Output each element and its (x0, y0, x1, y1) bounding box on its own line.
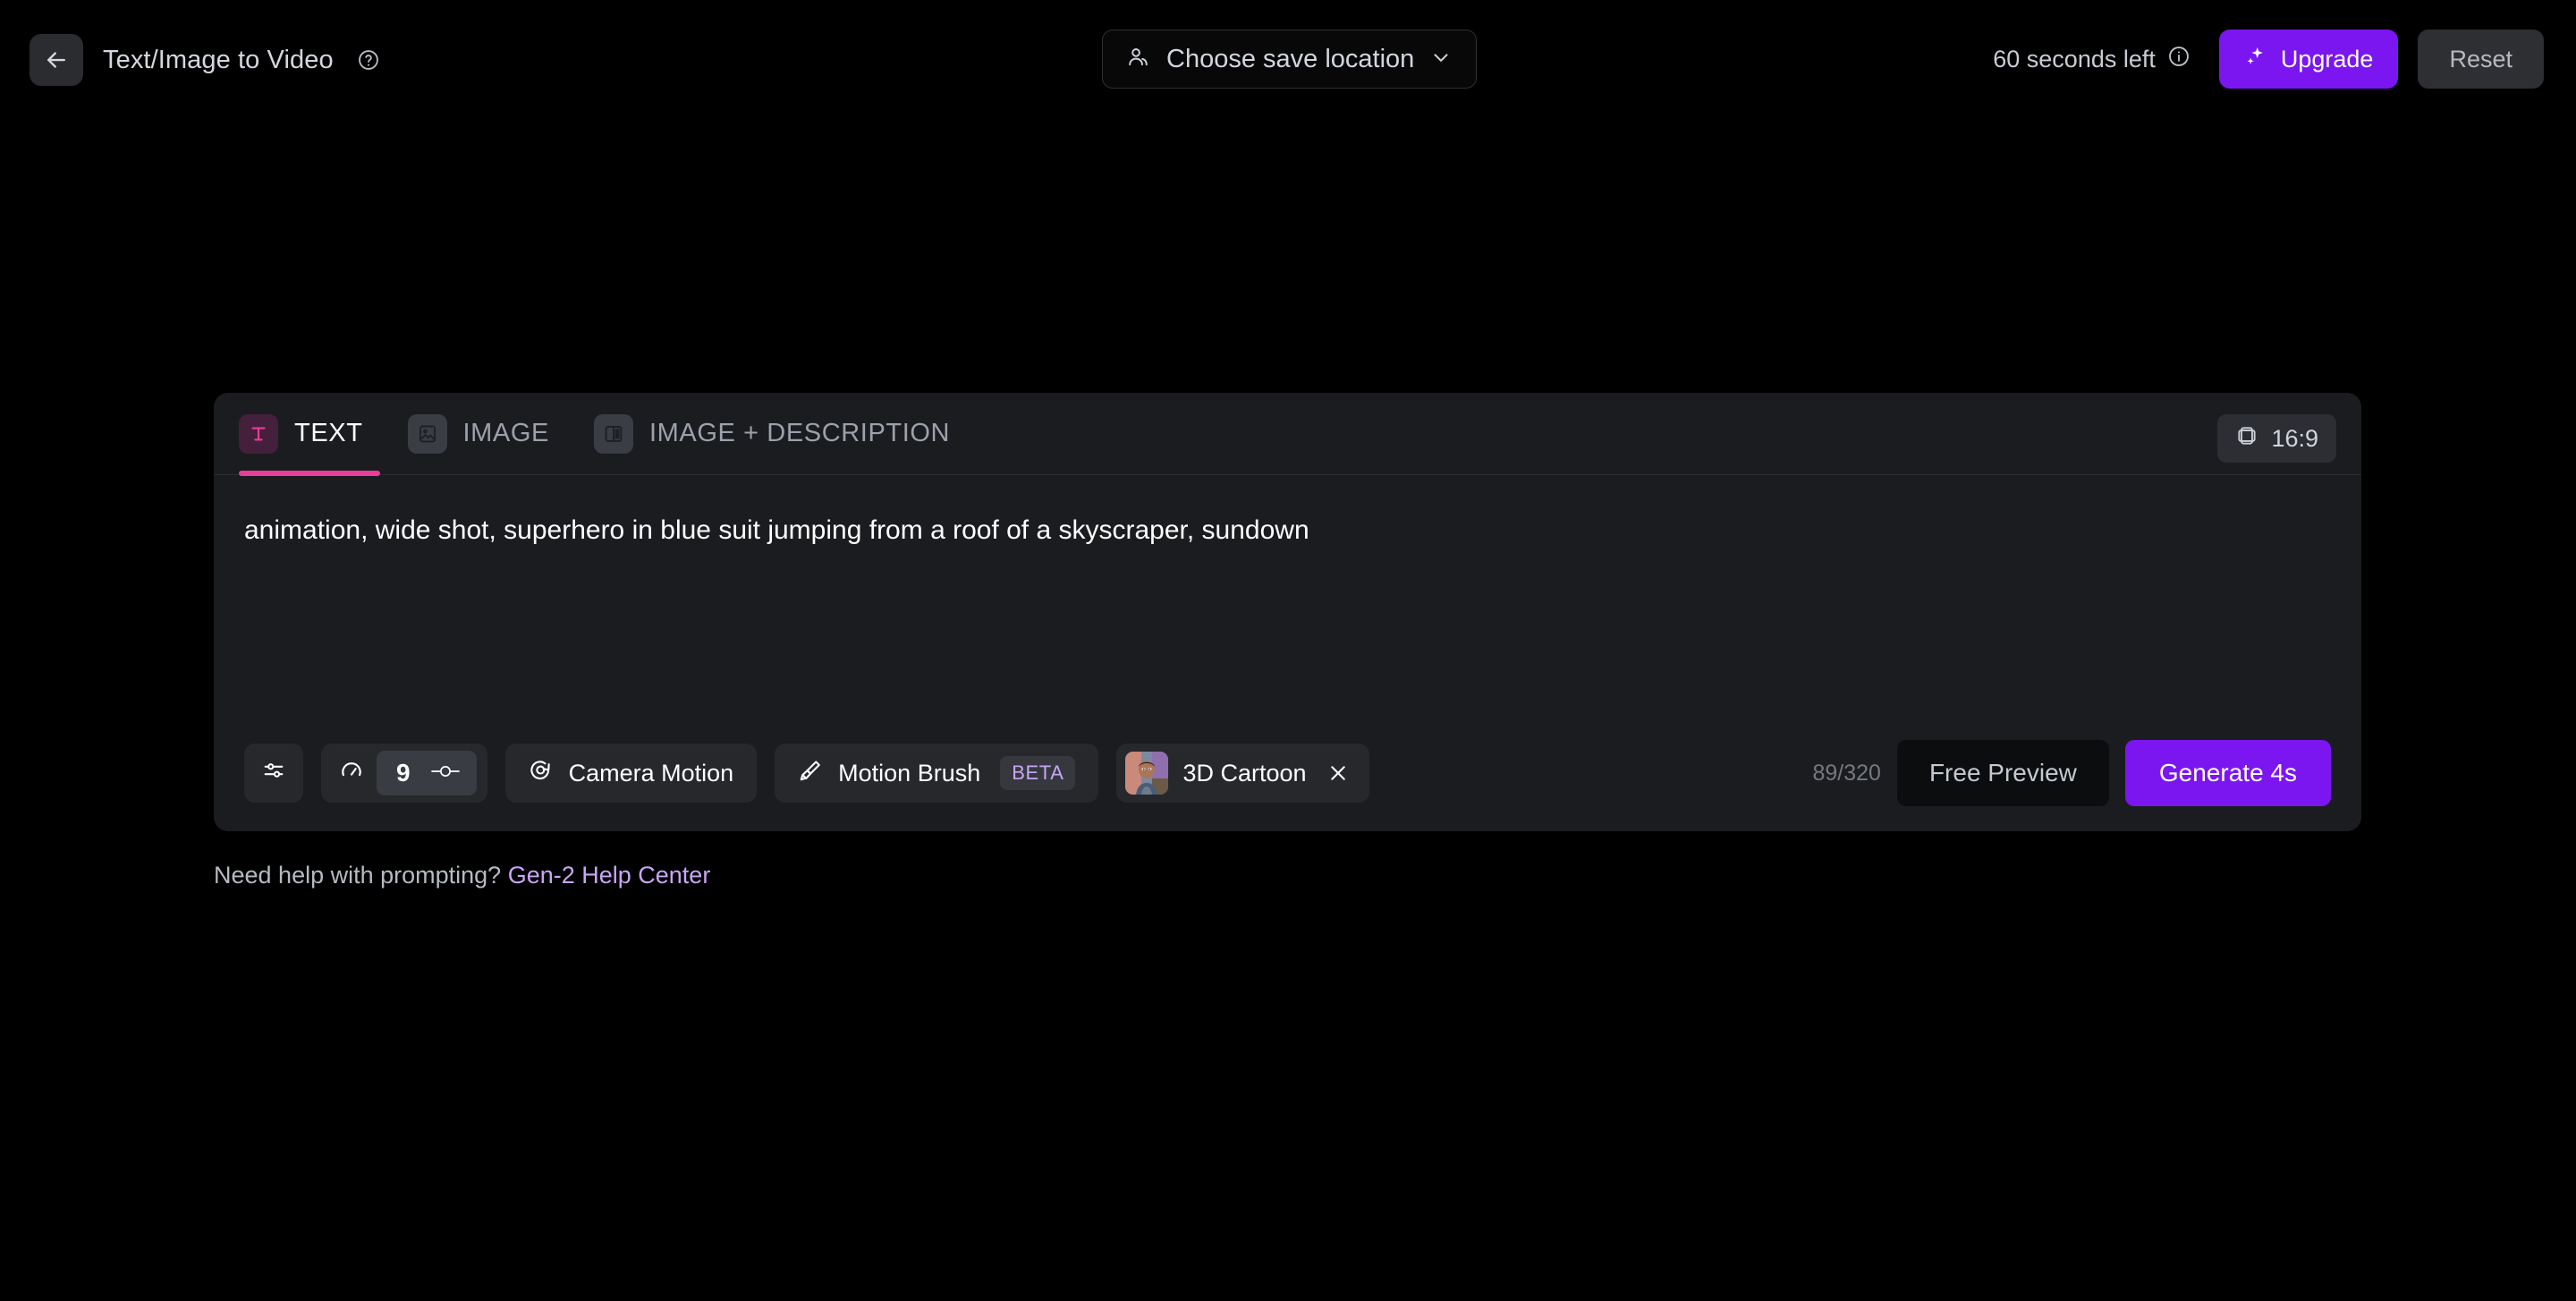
upgrade-button[interactable]: Upgrade (2218, 30, 2399, 89)
toolbar-right-group: 89/320 Free Preview Generate 4s (1812, 740, 2331, 806)
text-t-icon (239, 413, 278, 454)
motion-brush-button[interactable]: Motion Brush BETA (775, 744, 1099, 803)
slider-handle-icon[interactable] (430, 760, 461, 787)
free-preview-button[interactable]: Free Preview (1896, 740, 2109, 806)
tab-image-description[interactable]: IMAGE + DESCRIPTION (593, 393, 971, 475)
settings-button[interactable] (244, 744, 303, 803)
generate-button[interactable]: Generate 4s (2124, 740, 2331, 806)
camera-motion-label: Camera Motion (568, 759, 734, 787)
page-title: Text/Image to Video (103, 45, 334, 74)
character-counter: 89/320 (1812, 760, 1881, 786)
generation-panel: TEXT IMAGE IMAGE + DESCRIPTION 16:9 anim… (214, 393, 2361, 831)
sparkle-icon (2244, 45, 2267, 74)
camera-orbit-icon (529, 758, 554, 789)
mode-tabbar: TEXT IMAGE IMAGE + DESCRIPTION 16:9 (214, 393, 2361, 476)
character-portrait-thumbnail (1125, 752, 1169, 795)
save-location-label: Choose save location (1166, 44, 1415, 73)
panel-toolbar: 9 Camera Motion Motion Brush BETA 3D Car… (214, 715, 2361, 831)
prompt-input[interactable]: animation, wide shot, superhero in blue … (244, 513, 2331, 549)
upgrade-label: Upgrade (2280, 45, 2374, 72)
question-circle-icon[interactable] (357, 48, 380, 72)
info-circle-icon[interactable] (2167, 45, 2190, 74)
user-group-icon (1126, 45, 1151, 74)
beta-badge: BETA (1000, 756, 1076, 790)
sliders-icon (261, 758, 286, 789)
help-line: Need help with prompting? Gen-2 Help Cen… (214, 862, 710, 889)
tab-image-label: IMAGE (462, 419, 549, 447)
inspiration-gallery: Feeling stuck? Get inspired (0, 1077, 2576, 1301)
paint-brush-icon (798, 758, 823, 789)
style-chip-label: 3D Cartoon (1182, 759, 1307, 787)
gen2-help-center-link[interactable]: Gen-2 Help Center (508, 862, 711, 889)
style-chip-3d-cartoon[interactable]: 3D Cartoon (1116, 744, 1369, 803)
image-icon (407, 413, 447, 454)
speedometer-icon (339, 758, 364, 789)
tab-image-description-label: IMAGE + DESCRIPTION (648, 419, 951, 447)
close-x-icon[interactable] (1326, 761, 1350, 785)
help-line-text: Need help with prompting? (214, 862, 508, 889)
header-left-group: Text/Image to Video (30, 34, 380, 86)
credits-label: 60 seconds left (1993, 45, 2156, 72)
back-button[interactable] (30, 34, 83, 86)
aspect-ratio-icon (2235, 424, 2258, 454)
split-panel-icon (593, 413, 633, 454)
credits-remaining: 60 seconds left (1993, 45, 2190, 74)
save-location-dropdown[interactable]: Choose save location (1102, 30, 1478, 89)
camera-motion-button[interactable]: Camera Motion (504, 744, 758, 803)
prompt-area[interactable]: animation, wide shot, superhero in blue … (214, 475, 2361, 715)
aspect-ratio-button[interactable]: 16:9 (2217, 414, 2336, 463)
motion-amount-value-group[interactable]: 9 (377, 751, 477, 795)
generate-label: Generate 4s (2158, 759, 2297, 787)
tab-text[interactable]: TEXT (239, 393, 385, 476)
arrow-left-icon (43, 47, 70, 73)
aspect-ratio-label: 16:9 (2271, 424, 2318, 452)
free-preview-label: Free Preview (1928, 759, 2077, 787)
chevron-down-icon (1429, 46, 1453, 73)
reset-label: Reset (2449, 45, 2512, 72)
header-right-group: 60 seconds left Upgrade Reset (1993, 30, 2544, 89)
motion-brush-label: Motion Brush (838, 759, 981, 787)
tab-image[interactable]: IMAGE (407, 393, 571, 475)
motion-amount-control[interactable]: 9 (321, 744, 487, 803)
app-header: Text/Image to Video Choose save location (0, 0, 2576, 120)
reset-button[interactable]: Reset (2418, 30, 2544, 89)
motion-amount-value: 9 (396, 759, 411, 787)
tab-text-label: TEXT (294, 419, 363, 447)
